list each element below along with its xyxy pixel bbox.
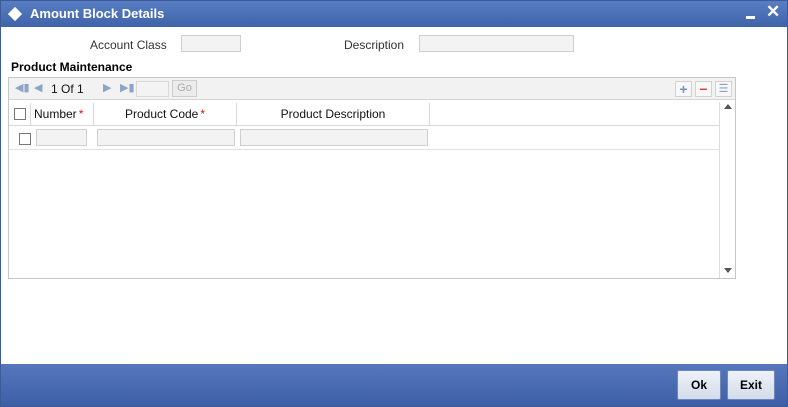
column-header-product-code-label: Product Code xyxy=(124,107,199,121)
diamond-icon xyxy=(7,6,23,22)
window-title: Amount Block Details xyxy=(30,6,165,21)
previous-page-icon[interactable]: ◀ xyxy=(34,82,42,94)
next-page-icon[interactable]: ▶ xyxy=(103,82,111,94)
table-row xyxy=(9,127,719,150)
footer-bar: Ok Exit xyxy=(1,364,787,406)
delete-row-button[interactable]: − xyxy=(695,81,712,97)
number-cell-input[interactable] xyxy=(36,129,87,146)
close-icon[interactable]: ✕ xyxy=(766,2,780,22)
required-marker: * xyxy=(78,107,84,121)
product-code-cell-input[interactable] xyxy=(97,129,235,146)
description-input[interactable] xyxy=(419,35,574,52)
minimize-icon[interactable] xyxy=(746,16,755,19)
column-header-product-description-label: Product Description xyxy=(280,107,386,121)
product-description-cell-input[interactable] xyxy=(240,129,428,146)
title-bar[interactable]: Amount Block Details ✕ xyxy=(1,1,787,27)
scroll-down-icon[interactable] xyxy=(724,268,732,273)
scroll-up-icon[interactable] xyxy=(724,104,732,109)
vertical-scrollbar[interactable] xyxy=(719,102,735,278)
select-all-checkbox[interactable] xyxy=(14,108,26,120)
last-page-icon[interactable]: ▶▮ xyxy=(120,82,135,94)
total-pages: 1 xyxy=(77,82,84,96)
column-header-product-description[interactable]: Product Description xyxy=(237,103,430,126)
select-all-cell xyxy=(9,103,31,126)
column-header-number-label: Number xyxy=(34,107,77,121)
column-header-number[interactable]: Number * xyxy=(31,103,94,126)
account-class-input[interactable] xyxy=(181,35,241,52)
required-marker: * xyxy=(200,107,206,121)
grid-header-row: Number * Product Code * Product Descriptio… xyxy=(9,103,719,126)
section-title: Product Maintenance xyxy=(11,60,133,74)
current-page: 1 xyxy=(51,82,58,96)
amount-block-details-window: Amount Block Details ✕ Account Class Des… xyxy=(0,0,788,407)
page-number-input[interactable] xyxy=(136,81,169,97)
row-select-checkbox[interactable] xyxy=(19,133,31,145)
add-row-button[interactable]: + xyxy=(675,81,692,97)
account-class-label: Account Class xyxy=(90,38,167,52)
exit-button[interactable]: Exit xyxy=(727,370,775,400)
grid-toolbar: ◀▮ ◀ 1 Of 1 ▶ ▶▮ Go + − ☰ xyxy=(9,78,735,100)
description-label: Description xyxy=(344,38,405,52)
first-page-icon[interactable]: ◀▮ xyxy=(15,82,30,94)
ok-button[interactable]: Ok xyxy=(677,370,721,400)
of-label: Of xyxy=(61,82,74,96)
column-header-product-code[interactable]: Product Code * xyxy=(94,103,237,126)
single-view-button[interactable]: ☰ xyxy=(715,81,732,97)
product-maintenance-grid: ◀▮ ◀ 1 Of 1 ▶ ▶▮ Go + − ☰ Number * Produc… xyxy=(8,77,736,279)
go-button[interactable]: Go xyxy=(172,80,197,97)
page-indicator: 1 Of 1 xyxy=(51,82,84,96)
